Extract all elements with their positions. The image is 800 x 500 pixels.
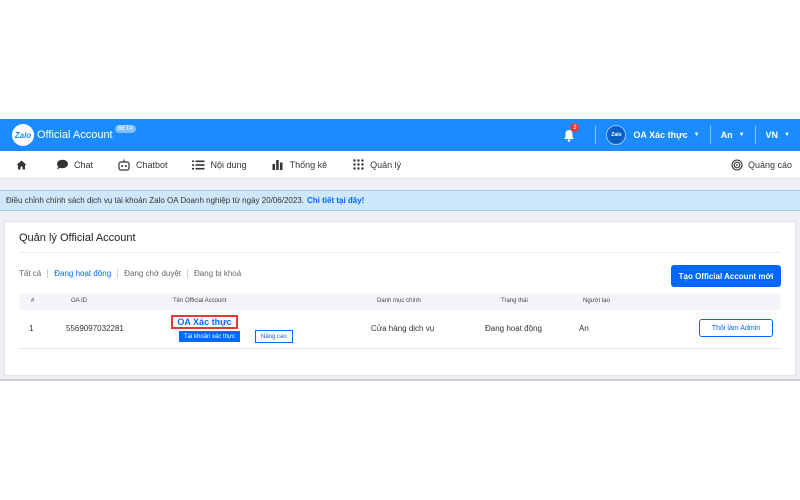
home-icon [14,159,28,171]
zalo-logo-badge: Zalo [12,124,34,146]
target-icon [731,159,743,171]
robot-icon [117,159,131,171]
nav-item-chat[interactable]: Chat [55,159,93,171]
filter-pending[interactable]: Đang chờ duyệt [124,269,189,278]
banner-link[interactable]: Chi tiết tại đây! [307,196,364,205]
nav-item-label: Chatbot [136,159,168,170]
grid-icon [351,159,365,171]
notification-count: 3 [570,123,580,132]
oa-id: 5569097032281 [66,324,124,333]
nav-item-label: Thống kê [289,159,328,170]
chevron-down-icon: ▼ [784,132,790,138]
divider [19,252,781,253]
filter-all[interactable]: Tất cả [19,269,49,278]
nav-item-chatbot[interactable]: Chatbot [117,159,168,171]
create-oa-button[interactable]: Tạo Official Account mới [671,265,781,287]
user-menu[interactable]: An ▼ [711,130,755,140]
column-header: OA ID [71,298,88,304]
upgrade-badge[interactable]: Nâng cao [255,330,293,343]
list-icon [192,159,206,171]
chevron-down-icon: ▼ [693,132,700,138]
ads-label: Quảng cáo [747,160,792,170]
nav-item-label: Quản lý [370,159,402,170]
column-header: # [31,298,35,304]
oa-management-card: Quản lý Official Account Tất cả Đang hoạ… [4,221,796,376]
zalo-logo[interactable]: Zalo Official Account BETA [12,124,136,146]
user-name: An [720,130,733,140]
column-header: Tên Official Account [173,298,227,304]
oa-name-link[interactable]: OA Xác thực [171,315,238,329]
column-header: Danh mục chính [377,298,421,304]
nav-item-stats[interactable]: Thống kê [271,159,328,171]
verified-badge: Tài khoản xác thực [179,331,241,342]
chat-icon [55,159,69,171]
oa-switcher-label: OA Xác thực [633,130,688,140]
chevron-down-icon: ▼ [738,132,745,138]
oa-category: Cửa hàng dịch vụ [371,324,435,333]
top-bar: Zalo Official Account BETA 3 Zalo OA Xác… [0,119,800,151]
table-row: 1 5569097032281 OA Xác thực Tài khoản xá… [19,310,781,349]
filter-locked[interactable]: Đang bị khoá [194,269,247,278]
policy-banner: Điều chỉnh chính sách dịch vụ tài khoản … [0,190,800,211]
app-window: Zalo Official Account BETA 3 Zalo OA Xác… [0,119,800,381]
oa-switcher[interactable]: Zalo OA Xác thực ▼ [596,125,709,145]
table-header: # OA ID Tên Official Account Danh mục ch… [19,293,781,310]
nav-item-label: Nội dung [210,159,247,170]
nav-item-content[interactable]: Nội dung [192,159,247,171]
page-title: Quản lý Official Account [19,232,136,244]
oa-status: Đang hoạt động [485,324,542,333]
main-nav: Chat Chatbot Nội dung Thống kê Quản lý Q… [0,151,800,179]
filter-active[interactable]: Đang hoạt động [54,269,119,278]
language-label: VN [765,130,779,140]
column-header: Người tạo [583,298,610,304]
oa-creator: An [579,324,589,333]
status-filter-tabs: Tất cả Đang hoạt động Đang chờ duyệt Đan… [19,269,253,278]
banner-text: Điều chỉnh chính sách dịch vụ tài khoản … [6,196,304,205]
bar-chart-icon [271,159,285,171]
nav-item-manage[interactable]: Quản lý [351,159,401,171]
oa-avatar: Zalo [606,125,627,145]
beta-badge: BETA [114,125,136,133]
quit-admin-button[interactable]: Thôi làm Admin [699,319,773,337]
notification-button[interactable]: 3 [559,123,580,145]
column-header: Trạng thái [501,298,528,304]
nav-home[interactable] [14,159,33,171]
language-menu[interactable]: VN ▼ [756,130,800,140]
nav-item-ads[interactable]: Quảng cáo [731,151,792,179]
row-index: 1 [29,324,34,333]
nav-item-label: Chat [74,159,94,170]
app-title: Official Account [37,129,113,141]
